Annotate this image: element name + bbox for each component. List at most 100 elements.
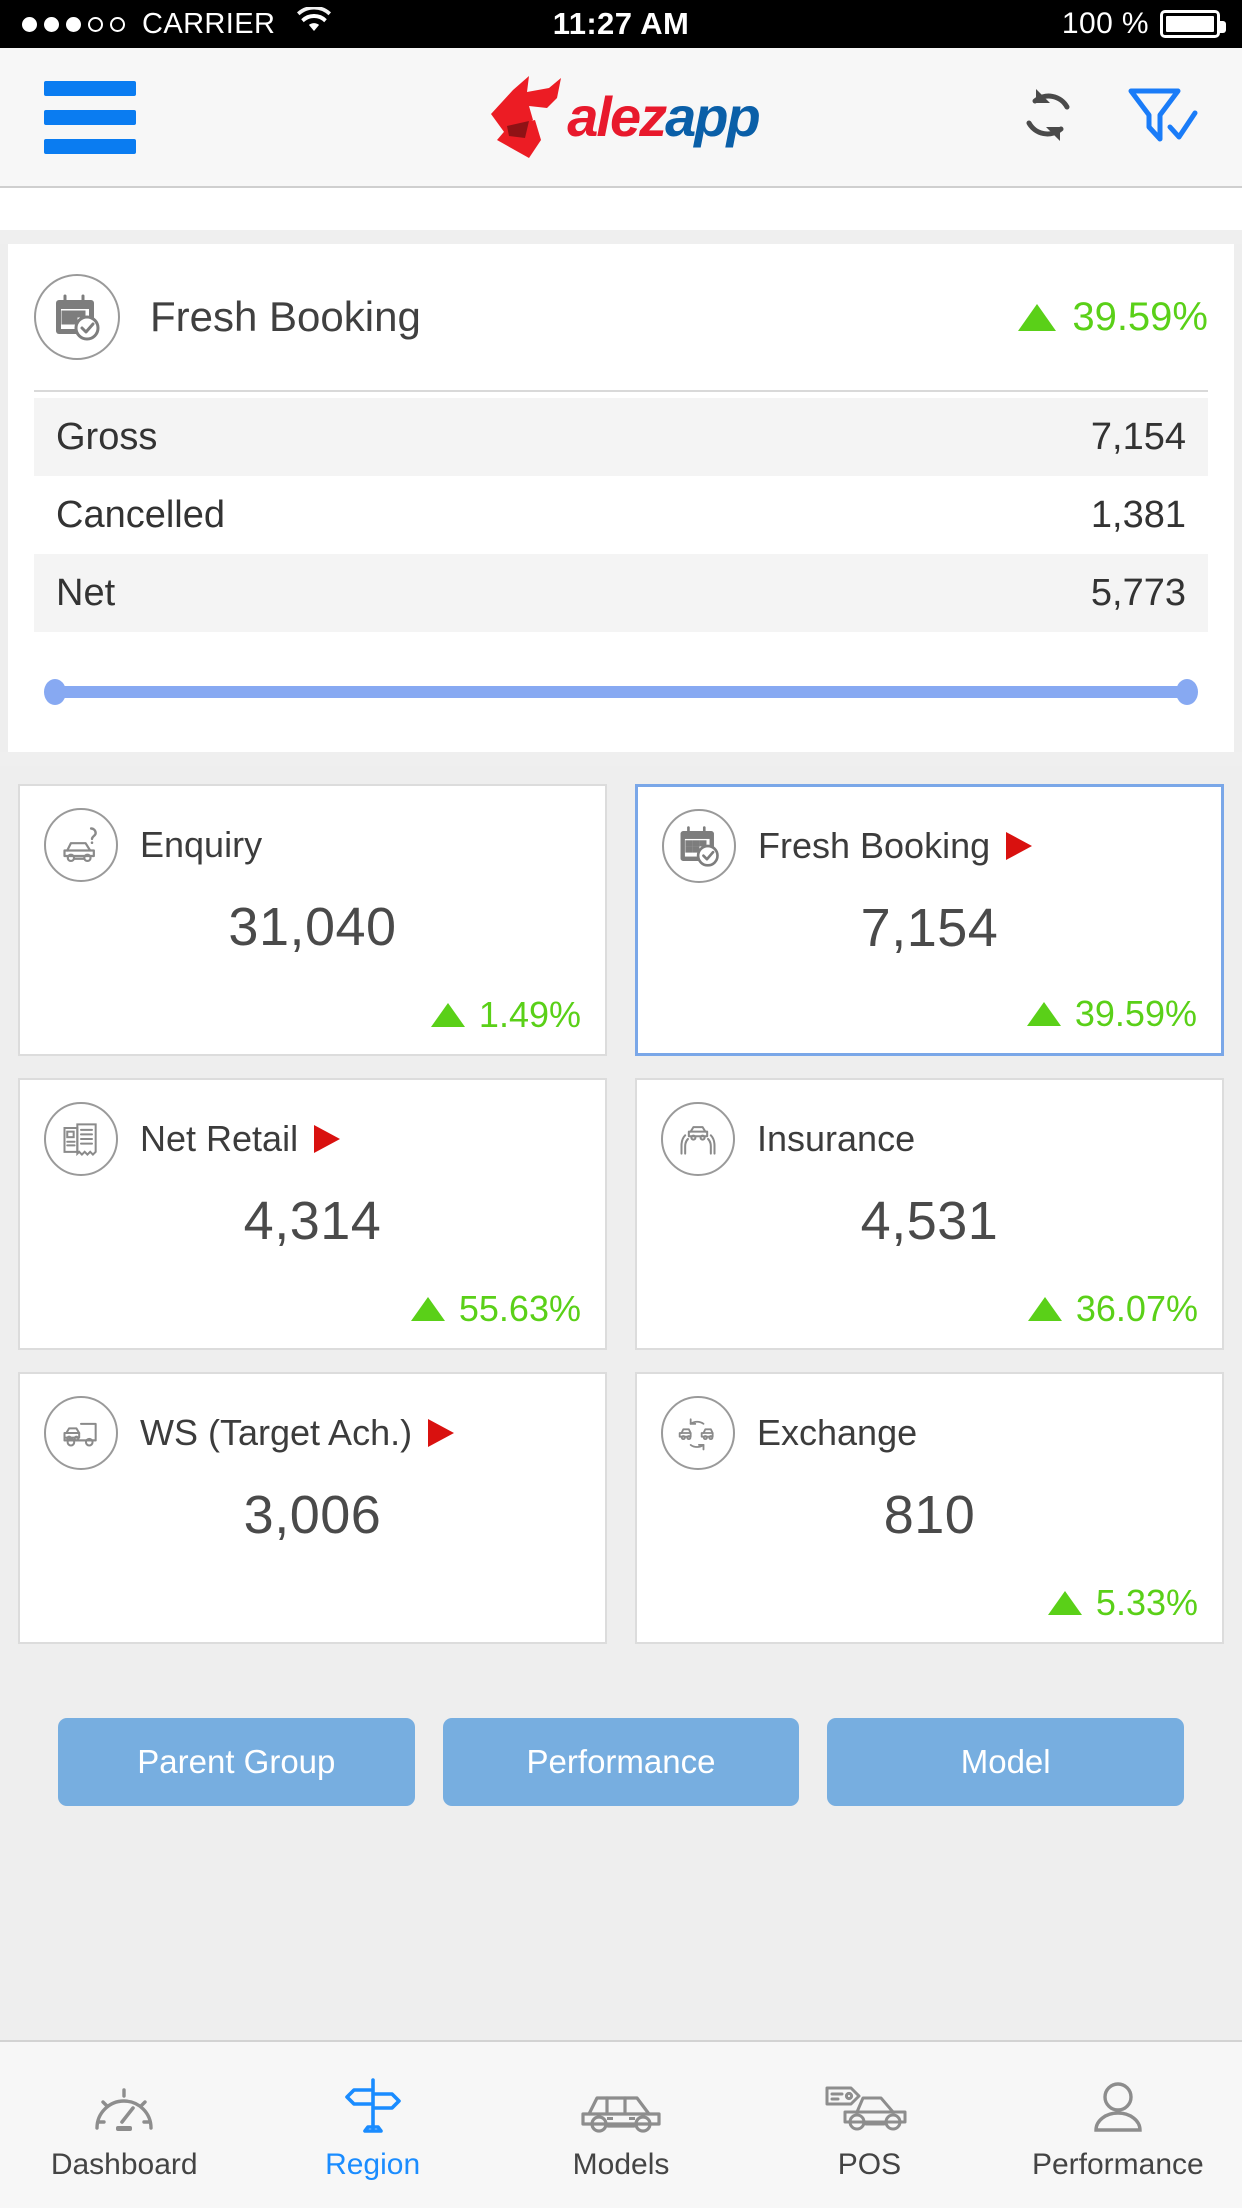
metric-tile-ws-target-ach[interactable]: WS (Target Ach.) 3,006 [18,1372,607,1644]
row-label: Net [56,571,116,614]
nav-item-dashboard[interactable]: Dashboard [0,2068,248,2182]
tile-label: Enquiry [140,824,263,865]
content-spacer-mid [0,752,1242,766]
trend-up-icon [410,1297,445,1321]
tile-header: WS (Target Ach.) [44,1396,581,1470]
bottom-navigation: Dashboard Region Models POS Performance [0,2040,1242,2208]
tile-header: Net Retail [44,1102,581,1176]
signpost-icon [340,2068,406,2138]
metric-tile-net-retail[interactable]: Net Retail 4,314 55.63% [18,1078,607,1350]
app-header-actions [1016,83,1198,152]
signal-strength-dots [22,16,125,32]
nav-item-region[interactable]: Region [248,2068,496,2182]
tile-trend: 5.33% [661,1582,1198,1624]
drill-down-arrow-icon[interactable] [314,1125,341,1153]
car-price-tag-icon [823,2068,915,2138]
nav-item-models[interactable]: Models [497,2068,745,2182]
tile-value: 31,040 [228,897,397,957]
parent-group-button[interactable]: Parent Group [58,1718,415,1806]
signal-dot-filled [66,16,81,32]
summary-rows: Gross 7,154 Cancelled 1,381 Net 5,773 [34,392,1208,632]
metric-tiles-grid: Enquiry 31,040 1.49% Fresh Booking 7,154… [0,766,1242,1644]
metric-tile-exchange[interactable]: Exchange 810 5.33% [635,1372,1224,1644]
tile-header: Fresh Booking [662,809,1197,883]
logo-text-secondary: app [665,85,761,148]
summary-card-title: Fresh Booking [150,293,421,340]
trend-up-icon [1018,303,1057,331]
slider-handle-left[interactable] [44,679,66,705]
tile-header: Exchange [661,1396,1198,1470]
drill-down-arrow-icon[interactable] [428,1419,455,1447]
action-buttons: Parent Group Performance Model [0,1644,1242,1806]
row-value: 5,773 [1090,571,1186,614]
tile-label: Insurance [757,1118,916,1159]
performance-button[interactable]: Performance [442,1718,800,1806]
trend-up-icon [1027,1297,1062,1321]
table-row: Gross 7,154 [34,398,1208,476]
tile-percent: 55.63% [458,1288,581,1329]
status-bar-right: 100 % [621,7,1226,41]
refresh-icon[interactable] [1016,83,1080,152]
row-label: Cancelled [56,493,225,536]
wifi-icon [297,5,332,41]
app-header: alezapp [0,48,1242,188]
invoice-icon [44,1102,118,1176]
logo-arrow-icon [491,76,562,158]
signal-dot-empty [110,16,125,32]
drill-down-arrow-icon[interactable] [1006,832,1033,860]
trend-up-icon [1047,1591,1082,1615]
status-bar: CARRIER 11:27 AM 100 % [0,0,1242,48]
tile-percent: 1.49% [478,994,581,1035]
metric-tile-fresh-booking[interactable]: Fresh Booking 7,154 39.59% [635,784,1224,1056]
nav-label: Performance [1031,2148,1204,2181]
speedometer-icon [91,2068,157,2138]
header-gap [0,188,1242,230]
person-icon [1087,2068,1149,2138]
logo-text-primary: alez [567,85,667,148]
summary-card-percent: 39.59% [1072,294,1208,339]
nav-item-pos[interactable]: POS [745,2068,993,2182]
calendar-check-icon [662,809,736,883]
tile-value: 4,314 [243,1191,382,1251]
trend-up-icon [1026,1002,1061,1026]
nav-label: Dashboard [50,2148,198,2181]
summary-card: Fresh Booking 39.59% Gross 7,154 Cancell… [8,244,1234,752]
slider-track[interactable] [44,679,1198,705]
carousel-slider[interactable] [34,632,1208,752]
metric-tile-enquiry[interactable]: Enquiry 31,040 1.49% [18,784,607,1056]
slider-handle-right[interactable] [1176,679,1198,705]
battery-percent-label: 100 % [1061,7,1149,40]
carrier-label: CARRIER [142,7,276,40]
metric-tile-insurance[interactable]: Insurance 4,531 36.07% [635,1078,1224,1350]
signal-dot-empty [88,16,103,32]
content-spacer-top [0,230,1242,244]
row-label: Gross [56,415,158,458]
tile-header: Insurance [661,1102,1198,1176]
car-exchange-icon [661,1396,735,1470]
filter-check-icon[interactable] [1126,83,1198,152]
nav-label: POS [837,2148,902,2181]
tile-trend: 1.49% [44,994,581,1036]
tile-percent: 36.07% [1075,1288,1198,1329]
tile-trend: 36.07% [661,1288,1198,1330]
tile-value: 810 [883,1485,976,1545]
tile-percent: 5.33% [1095,1582,1198,1623]
tile-label: Fresh Booking [758,825,1033,867]
battery-icon [1160,10,1226,38]
table-row: Cancelled 1,381 [34,476,1208,554]
tile-value: 3,006 [243,1485,382,1545]
signal-dot-filled [22,16,37,32]
tile-header: Enquiry [44,808,581,882]
trend-up-icon [430,1003,465,1027]
hamburger-menu-icon[interactable] [44,80,136,154]
calendar-check-icon [34,274,120,360]
tile-trend: 39.59% [662,993,1197,1035]
row-value: 1,381 [1090,493,1186,536]
tile-value: 7,154 [860,898,999,958]
nav-label: Region [325,2148,421,2181]
nav-item-performance[interactable]: Performance [994,2068,1242,2182]
status-bar-left: CARRIER [22,5,621,41]
tile-trend: 55.63% [44,1288,581,1330]
model-button[interactable]: Model [827,1718,1185,1806]
tile-label: Exchange [757,1412,918,1453]
